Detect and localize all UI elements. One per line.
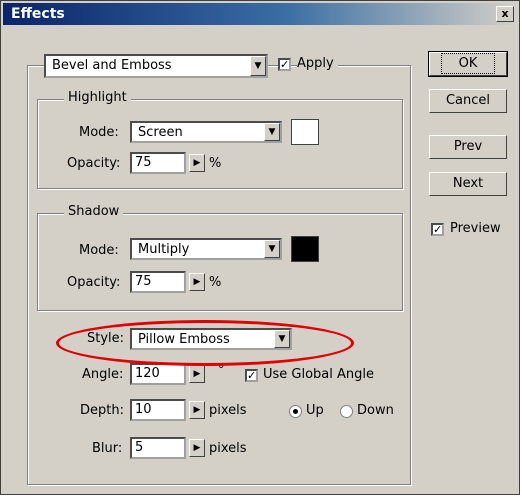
highlight-opacity-slider-button[interactable]: ▶ — [189, 154, 205, 172]
highlight-opacity-input[interactable]: 75 — [130, 152, 186, 174]
shadow-mode-value: Multiply — [138, 242, 190, 257]
shadow-opacity-input[interactable]: 75 — [130, 271, 186, 293]
apply-label[interactable]: Apply — [297, 56, 338, 71]
highlight-opacity-value: 75 — [135, 155, 152, 170]
apply-checkbox[interactable]: ✓ — [278, 58, 291, 71]
direction-up-label[interactable]: Up — [306, 403, 324, 418]
use-global-angle-label[interactable]: Use Global Angle — [263, 367, 374, 382]
shadow-color-swatch[interactable] — [291, 236, 319, 262]
angle-dial-button[interactable]: ▶ — [189, 365, 205, 383]
prev-button[interactable]: Prev — [429, 135, 507, 159]
blur-value: 5 — [135, 440, 144, 455]
direction-up-radio[interactable] — [289, 405, 302, 418]
blur-input[interactable]: 5 — [130, 437, 186, 459]
angle-label: Angle: — [82, 367, 124, 382]
highlight-color-swatch[interactable] — [291, 119, 319, 145]
blur-slider-button[interactable]: ▶ — [189, 439, 205, 457]
preview-checkbox[interactable]: ✓ — [431, 223, 444, 236]
style-select[interactable]: Pillow Emboss ▼ — [130, 328, 292, 350]
highlight-mode-label: Mode: — [79, 125, 119, 140]
chevron-down-icon: ▼ — [274, 330, 290, 348]
shadow-mode-select[interactable]: Multiply ▼ — [130, 238, 282, 260]
effect-select[interactable]: Bevel and Emboss ▼ — [44, 54, 268, 78]
angle-input[interactable]: 120 — [130, 363, 186, 385]
highlight-group — [37, 99, 403, 189]
chevron-down-icon: ▼ — [264, 123, 280, 141]
close-button[interactable]: x — [496, 6, 514, 22]
highlight-title: Highlight — [64, 90, 131, 105]
use-global-angle-checkbox[interactable]: ✓ — [245, 369, 258, 382]
direction-down-label[interactable]: Down — [357, 403, 394, 418]
depth-slider-button[interactable]: ▶ — [189, 401, 205, 419]
style-value: Pillow Emboss — [138, 332, 230, 347]
shadow-opacity-value: 75 — [135, 274, 152, 289]
effects-dialog: Effects x Bevel and Emboss ▼ ✓ Apply Hig… — [0, 0, 520, 495]
title-bar[interactable]: Effects x — [3, 3, 517, 25]
cancel-button[interactable]: Cancel — [429, 89, 507, 113]
depth-unit: pixels — [209, 403, 247, 418]
blur-label: Blur: — [92, 441, 123, 456]
ok-button[interactable]: OK — [428, 51, 508, 77]
depth-label: Depth: — [80, 403, 124, 418]
chevron-down-icon: ▼ — [250, 56, 266, 76]
shadow-mode-label: Mode: — [79, 243, 119, 258]
blur-unit: pixels — [209, 441, 247, 456]
chevron-down-icon: ▼ — [264, 240, 280, 258]
depth-input[interactable]: 10 — [130, 399, 186, 421]
angle-degree: ° — [218, 363, 225, 378]
preview-label[interactable]: Preview — [450, 221, 501, 236]
highlight-mode-select[interactable]: Screen ▼ — [130, 121, 282, 143]
highlight-percent: % — [209, 156, 222, 171]
depth-value: 10 — [135, 402, 152, 417]
shadow-group — [37, 213, 403, 311]
shadow-opacity-slider-button[interactable]: ▶ — [189, 273, 205, 291]
shadow-percent: % — [209, 275, 222, 290]
next-button[interactable]: Next — [429, 172, 507, 196]
highlight-opacity-label: Opacity: — [67, 156, 121, 171]
shadow-opacity-label: Opacity: — [67, 275, 121, 290]
highlight-mode-value: Screen — [138, 125, 183, 140]
direction-down-radio[interactable] — [340, 405, 353, 418]
shadow-title: Shadow — [64, 204, 124, 219]
angle-value: 120 — [135, 366, 160, 381]
window-title: Effects — [11, 6, 65, 22]
effect-select-value: Bevel and Emboss — [52, 58, 172, 73]
style-label: Style: — [87, 331, 125, 346]
